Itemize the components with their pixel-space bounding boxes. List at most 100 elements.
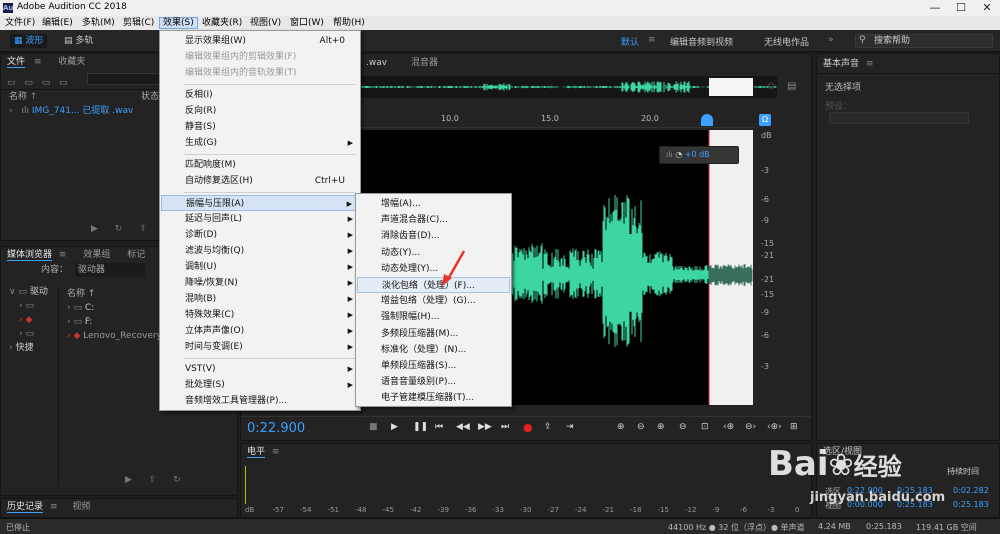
playhead-handle[interactable] [701,114,713,126]
gain-value[interactable]: +0 dB [685,150,710,159]
tab-video[interactable]: 视频 [72,502,90,512]
menu-edit[interactable]: 编辑(E) [39,17,76,29]
selection-duration[interactable]: 0:02.282 [953,486,989,495]
tab-files[interactable]: 文件 [7,57,26,68]
zoom-full-icon[interactable]: ⊡ [701,422,709,432]
submenu-item[interactable]: 语音音量级别(P)... [357,374,510,390]
menu-view[interactable]: 视图(V) [247,17,284,29]
col-name[interactable]: 名称 [67,289,85,299]
effects-menu-item[interactable]: 编辑效果组内的剪辑效果(F) [161,49,359,65]
settings-icon[interactable]: ▤ [787,81,796,92]
multitrack-view-button[interactable]: ▤ 多轨 [60,34,97,48]
list-item[interactable]: › ▭ C: [67,301,162,315]
effects-menu-item[interactable]: 生成(G) ▶ [161,135,359,151]
effects-menu-item[interactable]: 诊断(D) ▶ [161,227,359,243]
menu-clip[interactable]: 剪辑(C) [120,17,157,29]
tab-media-browser[interactable]: 媒体浏览器 [7,250,53,261]
go-end-icon[interactable]: ⏭ [501,422,509,432]
effects-menu-item[interactable]: 降噪/恢复(N) ▶ [161,275,359,291]
effects-menu-item[interactable]: 特殊效果(C) ▶ [161,307,359,323]
zoom-star-icon[interactable]: ✩ [767,81,775,92]
effects-menu-item[interactable]: 自动修复选区(H) Ctrl+U [161,173,359,189]
menu-multitrack[interactable]: 多轨(M) [79,17,118,29]
content-dropdown[interactable]: 驱动器 [74,263,145,277]
rewind-icon[interactable]: ◀◀ [456,422,470,432]
loop-icon[interactable]: ↻ [115,224,123,234]
effects-menu-item[interactable]: 时间与变调(E) ▶ [161,339,359,355]
submenu-item[interactable]: 淡化包络（处理）(F)... [357,277,510,293]
col-status[interactable]: 状态 [141,90,159,104]
export-icon[interactable]: ⇪ [139,224,147,234]
panel-menu-icon[interactable]: ≡ [272,447,280,457]
tab-history[interactable]: 历史记录 [7,502,44,513]
workspace-radio[interactable]: 无线电作品 [764,35,809,48]
new-file-icon[interactable]: ▭ [42,78,51,88]
panel-menu-icon[interactable]: ≡ [50,502,58,512]
tree-item[interactable]: › ◆ [9,313,58,327]
tab-effects-rack[interactable]: 效果组 [83,250,110,260]
export-icon[interactable]: ⇪ [149,475,157,485]
workspace-edit-video[interactable]: 编辑音频到视频 [670,35,733,48]
zoom-out-time-icon[interactable]: ⊖ [679,422,687,432]
list-item[interactable]: › ▭ F: [67,315,162,329]
effects-menu-item[interactable]: 静音(S) [161,119,359,135]
submenu-item[interactable]: 电子管建模压缩器(T)... [357,390,510,406]
maximize-button[interactable]: ☐ [948,0,974,16]
submenu-item[interactable]: 标准化（处理）(N)... [357,342,510,358]
stop-icon[interactable]: ■ [369,422,378,432]
tree-item[interactable]: › ▭ [9,327,58,341]
menu-window[interactable]: 窗口(W) [287,17,327,29]
submenu-item[interactable]: 增幅(A)... [357,196,510,212]
waveform-view-button[interactable]: ▦ 波形 [10,34,48,48]
menu-effects[interactable]: 效果(S) [159,17,198,29]
list-item[interactable]: › ◆ Lenovo_Recovery [67,329,162,343]
submenu-item[interactable]: 消除齿音(D)... [357,228,510,244]
skip-icon[interactable]: ⇥ [566,422,574,432]
view-duration[interactable]: 0:25.183 [953,500,989,509]
overview-strip[interactable] [361,76,777,98]
effects-menu-item[interactable]: 匹配响度(M) [161,157,359,173]
tree-item-drives[interactable]: ∨ ▭ 驱动 [9,285,58,299]
fast-forward-icon[interactable]: ▶▶ [478,422,492,432]
play-icon[interactable]: ▶ [391,422,398,432]
submenu-item[interactable]: 增益包络（处理）(G)... [357,293,510,309]
preset-dropdown[interactable] [829,112,969,124]
time-ruler[interactable]: 10.0 15.0 20.0 [353,114,755,128]
menu-help[interactable]: 帮助(H) [330,17,368,29]
zoom-in-amp-icon[interactable]: ⊕ [617,422,625,432]
play-icon[interactable]: ▶ [125,475,132,485]
hud-gain[interactable]: ılı ◔ +0 dB [659,146,739,164]
gain-knob-icon[interactable]: ◔ [675,150,682,159]
tree-item-shortcuts[interactable]: › 快捷 [9,341,58,355]
effects-menu-item[interactable]: 立体声声像(O) ▶ [161,323,359,339]
col-name[interactable]: 名称 [9,92,27,102]
submenu-item[interactable]: 动态(Y)... [357,245,510,261]
loop-icon[interactable]: ↻ [173,475,181,485]
tab-mixer[interactable]: 混音器 [411,54,438,72]
open-folder-icon[interactable]: ▭ [7,78,16,88]
workspace-default[interactable]: 默认 [621,35,639,48]
headphones-icon[interactable]: Ω [759,114,771,126]
expand-icon[interactable]: › [9,106,13,116]
submenu-item[interactable]: 单频段压缩器(S)... [357,358,510,374]
menu-file[interactable]: 文件(F) [2,17,38,29]
effects-menu-item[interactable]: 延迟与回声(L) ▶ [161,211,359,227]
go-start-icon[interactable]: ⏮ [435,422,443,432]
zoom-out-amp-icon[interactable]: ⊖ [637,422,645,432]
effects-menu-item[interactable]: 调制(U) ▶ [161,259,359,275]
tab-markers[interactable]: 标记 [127,250,145,260]
import-icon[interactable]: ▭ [24,78,33,88]
submenu-item[interactable]: 动态处理(Y)... [357,261,510,277]
panel-menu-icon[interactable]: ≡ [866,59,874,69]
overview-view-range[interactable] [709,78,753,96]
effects-menu-item[interactable]: 振幅与压限(A) ▶ [161,195,359,211]
panel-menu-icon[interactable]: ≡ [34,57,42,67]
submenu-item[interactable]: 多频段压缩器(M)... [357,326,510,342]
effects-menu-item[interactable]: 混响(B) ▶ [161,291,359,307]
effects-menu-item[interactable]: 滤波与均衡(Q) ▶ [161,243,359,259]
effects-menu-item[interactable]: 反相(I) [161,87,359,103]
effects-menu-item[interactable]: 显示效果组(W) Alt+0 [161,33,359,49]
zoom-selection-icon[interactable]: ‹⊕› [767,422,782,432]
loop-icon[interactable]: ⇪ [544,422,552,432]
pause-icon[interactable]: ❚❚ [413,422,428,432]
